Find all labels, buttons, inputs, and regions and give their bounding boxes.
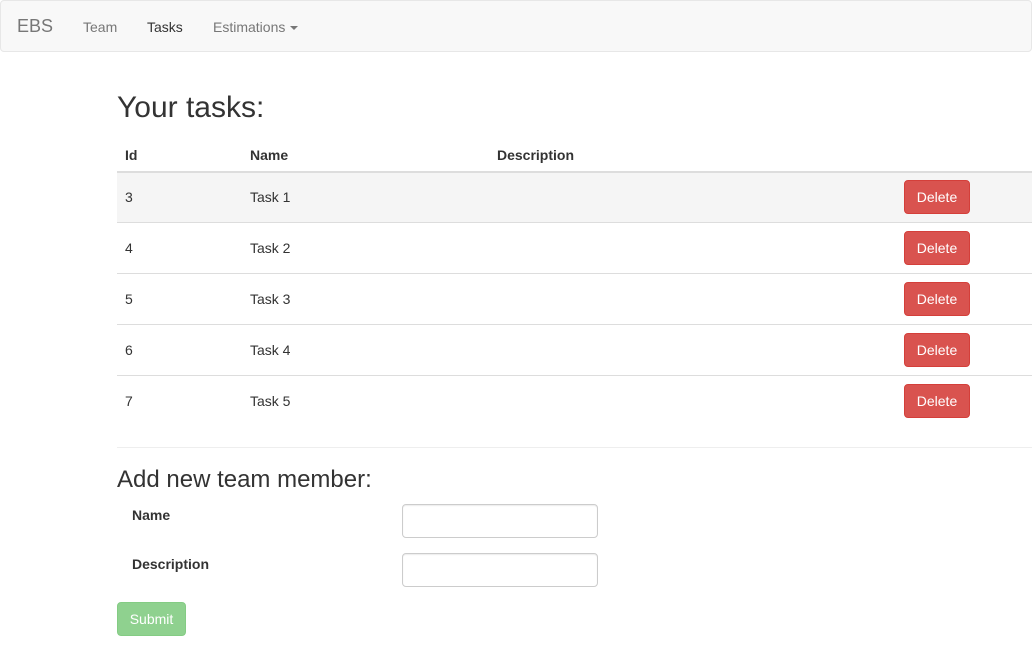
task-id: 3	[117, 172, 242, 222]
task-name: Task 4	[242, 323, 489, 375]
name-field-label: Name	[132, 507, 171, 523]
task-name: Task 3	[242, 272, 489, 324]
task-actions: Delete	[896, 221, 1032, 273]
task-description	[489, 272, 896, 324]
nav-dropdown-estimations[interactable]: Estimations	[213, 18, 299, 36]
name-field[interactable]	[402, 504, 598, 538]
nav-dropdown-label: Estimations	[213, 19, 286, 35]
column-header-description: Description	[489, 138, 896, 173]
section-divider	[117, 447, 1032, 448]
task-id: 5	[117, 272, 242, 324]
nav-link-tasks[interactable]: Tasks	[147, 18, 183, 36]
task-description	[489, 374, 896, 426]
task-description	[489, 323, 896, 375]
table-row: 4 Task 2 Delete	[117, 221, 1032, 273]
task-id: 6	[117, 323, 242, 375]
table-header-row: Id Name Description	[117, 138, 1032, 173]
task-name: Task 2	[242, 221, 489, 273]
column-header-actions	[896, 138, 1032, 173]
task-description	[489, 221, 896, 273]
form-title: Add new team member:	[117, 466, 372, 493]
nav-link-team[interactable]: Team	[83, 18, 117, 36]
table-row: 3 Task 1 Delete	[117, 172, 1032, 222]
table-row: 7 Task 5 Delete	[117, 374, 1032, 426]
brand-logo[interactable]: EBS	[17, 16, 53, 36]
column-header-id: Id	[117, 138, 242, 173]
delete-button[interactable]: Delete	[904, 230, 970, 265]
submit-button[interactable]: Submit	[117, 602, 186, 636]
delete-button[interactable]: Delete	[904, 281, 970, 316]
task-description	[489, 172, 896, 222]
task-id: 4	[117, 221, 242, 273]
column-header-name: Name	[242, 138, 489, 173]
chevron-down-icon	[290, 26, 299, 31]
top-navbar: EBS Team Tasks Estimations	[0, 0, 1032, 52]
task-actions: Delete	[896, 323, 1032, 375]
task-actions: Delete	[896, 374, 1032, 426]
delete-button[interactable]: Delete	[904, 332, 970, 367]
table-row: 6 Task 4 Delete	[117, 323, 1032, 375]
tasks-table: Id Name Description 3 Task 1 Delete 4 Ta…	[117, 138, 1032, 426]
task-actions: Delete	[896, 172, 1032, 222]
task-name: Task 5	[242, 374, 489, 426]
task-actions: Delete	[896, 272, 1032, 324]
table-row: 5 Task 3 Delete	[117, 272, 1032, 324]
delete-button[interactable]: Delete	[904, 383, 970, 418]
description-field[interactable]	[402, 553, 598, 587]
description-field-label: Description	[132, 556, 210, 572]
task-id: 7	[117, 374, 242, 426]
page-title: Your tasks:	[117, 91, 265, 124]
delete-button[interactable]: Delete	[904, 180, 970, 215]
task-name: Task 1	[242, 172, 489, 222]
